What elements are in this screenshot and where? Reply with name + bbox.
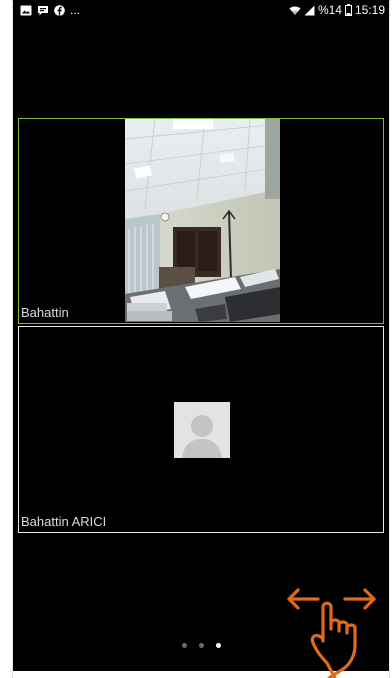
video-tile-participant[interactable]: Bahattin ARICI [18,326,384,533]
page-dot[interactable] [181,643,187,648]
phone-screen: ... %14 15:19 Bahattin Bahattin ARICI [13,0,389,671]
camera-feed [125,119,280,322]
swipe-horizontal-hand-icon [287,588,376,678]
avatar-placeholder-icon [174,402,230,458]
participant-name: Bahattin ARICI [21,514,107,529]
facebook-icon [54,4,65,16]
battery-percent: %14 [317,3,342,17]
clock: 15:19 [354,3,385,17]
office-camera-image [125,119,280,322]
status-right: %14 15:19 [289,3,385,17]
wifi-icon [289,5,301,15]
battery-icon [344,4,352,16]
right-edge-line [389,0,390,678]
message-icon [38,5,48,15]
page-dot-active[interactable] [215,643,221,648]
status-bar: ... %14 15:19 [13,0,389,22]
video-tile-active[interactable]: Bahattin [18,118,384,324]
status-left: ... [20,3,80,17]
gallery-icon [20,5,32,15]
signal-icon [304,5,315,15]
page-dot[interactable] [198,643,204,648]
participant-name: Bahattin [21,305,69,320]
status-ellipsis: ... [70,3,81,17]
